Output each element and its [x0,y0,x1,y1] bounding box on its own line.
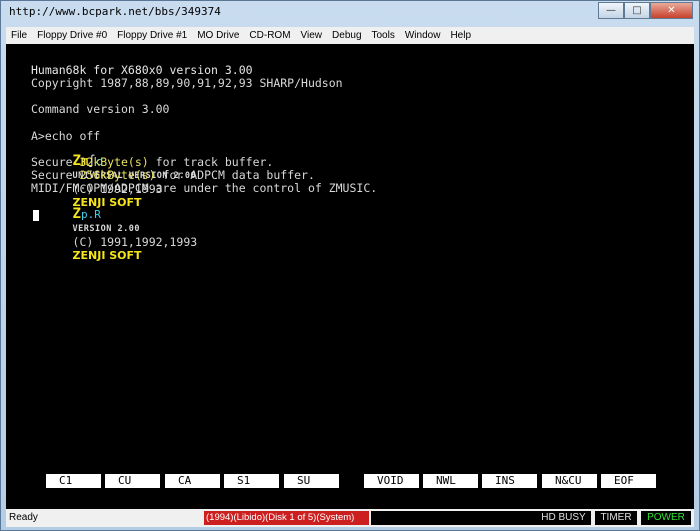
menu-floppy-drive-0[interactable]: Floppy Drive #0 [32,30,112,41]
zpr-logo-z: Z [72,206,81,222]
zenji-soft-label-2: ZENJI SOFT [72,249,142,262]
copyright-line: Copyright 1987,88,89,90,91,92,93 SHARP/H… [31,76,343,90]
zpr-copyright: (C) 1991,1992,1993 [72,235,198,249]
status-bar: Ready (1994)(Libido)(Disk 1 of 5)(System… [6,509,694,527]
secure-adpcm-prefix: Secure [31,168,80,182]
menu-help[interactable]: Help [445,30,476,41]
fkey-ncu[interactable]: N&CU [542,474,597,488]
fkey-ca[interactable]: CA [165,474,220,488]
fkey-nwl[interactable]: NWL [423,474,478,488]
menu-cd-rom[interactable]: CD-ROM [244,30,295,41]
fkey-s1[interactable]: S1 [224,474,279,488]
maximize-icon[interactable]: □ [624,2,650,19]
zpr-logo-rest: p.R [80,208,101,221]
function-key-bar: C1 CU CA S1 SU VOID NWL INS N&CU EOF [46,474,666,488]
secure-adpcm-size: 256kByte(s) [79,168,156,182]
midi-control-line: MIDI/FM·OPM/ADPCM are under the control … [31,181,378,195]
timer-indicator: TIMER [595,511,637,525]
emulator-window: http://www.bcpark.net/bbs/349374 — □ ✕ F… [0,0,700,531]
menu-window[interactable]: Window [400,30,446,41]
fkey-c1[interactable]: C1 [46,474,101,488]
title-bar[interactable]: http://www.bcpark.net/bbs/349374 — □ ✕ [1,1,699,27]
window-title: http://www.bcpark.net/bbs/349374 [9,5,221,18]
menu-tools[interactable]: Tools [367,30,400,41]
menu-floppy-drive-1[interactable]: Floppy Drive #1 [112,30,192,41]
secure-track-suffix: for track buffer. [148,155,274,169]
emulator-screen[interactable]: Human68k for X680x0 version 3.00 Copyrig… [6,44,694,509]
zpr-version: VERSION 2.00 [72,224,140,234]
power-indicator: POWER [641,511,691,525]
menu-debug[interactable]: Debug [327,30,366,41]
fkey-cu[interactable]: CU [105,474,160,488]
command-version-line: Command version 3.00 [31,102,170,116]
text-cursor [33,210,39,221]
fkey-void[interactable]: VOID [364,474,419,488]
menu-file[interactable]: File [6,30,32,41]
menu-view[interactable]: View [296,30,328,41]
secure-adpcm-suffix: for ADPCM data buffer. [155,168,315,182]
fkey-eof[interactable]: EOF [601,474,656,488]
status-ready: Ready [9,512,38,523]
disk-image-indicator[interactable]: (1994)(Libido)(Disk 1 of 5)(System) [204,511,369,525]
menu-mo-drive[interactable]: MO Drive [192,30,244,41]
secure-track-size: 32kByte(s) [79,155,149,169]
window-controls: — □ ✕ [598,2,693,19]
close-icon[interactable]: ✕ [650,2,693,19]
fkey-ins[interactable]: INS [482,474,537,488]
fkey-su[interactable]: SU [284,474,339,488]
menu-bar: File Floppy Drive #0 Floppy Drive #1 MO … [6,27,694,44]
hd-busy-indicator: HD BUSY [536,511,591,525]
status-panel-empty [371,511,536,525]
minimize-icon[interactable]: — [598,2,624,19]
secure-track-prefix: Secure [31,155,80,169]
zpr-banner: Zp.R VERSION 2.00 (C) 1991,1992,1993 ZEN… [31,195,198,275]
